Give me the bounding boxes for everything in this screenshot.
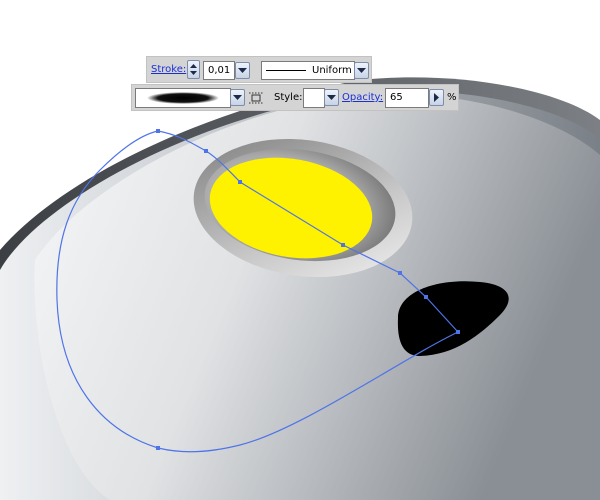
anchor-point[interactable] xyxy=(424,295,428,299)
graphic-style-select[interactable] xyxy=(303,88,325,108)
chevron-down-icon xyxy=(233,94,242,100)
stroke-label[interactable]: Stroke: xyxy=(151,64,186,75)
variable-width-profile-select[interactable]: Uniform xyxy=(261,61,355,80)
opacity-slider-button[interactable] xyxy=(429,89,444,106)
percent-sign: % xyxy=(447,92,457,103)
chevron-down-icon xyxy=(238,67,247,73)
stroke-weight-input[interactable]: 0,01 pt xyxy=(203,61,235,80)
brush-options-button[interactable] xyxy=(249,91,263,108)
anchor-point[interactable] xyxy=(156,446,160,450)
brush-definition-select[interactable] xyxy=(135,88,231,108)
anchor-point[interactable] xyxy=(238,180,242,184)
stroke-weight-dropdown-button[interactable] xyxy=(235,62,250,79)
brush-toolbar: Style: Opacity: 65 % xyxy=(131,84,459,111)
opacity-input[interactable]: 65 xyxy=(385,88,429,108)
graphic-style-dropdown-button[interactable] xyxy=(324,89,339,106)
anchor-point[interactable] xyxy=(156,129,160,133)
style-label: Style: xyxy=(274,92,303,103)
anchor-point[interactable] xyxy=(398,271,402,275)
brush-options-icon xyxy=(249,92,263,104)
profile-dropdown-button[interactable] xyxy=(354,62,369,79)
stroke-weight-spinner[interactable] xyxy=(187,60,200,79)
chevron-down-icon xyxy=(357,67,366,73)
stroke-toolbar: Stroke: 0,01 pt Uniform xyxy=(146,56,372,83)
chevron-right-icon xyxy=(433,93,439,102)
anchor-point[interactable] xyxy=(341,243,345,247)
uniform-line-icon xyxy=(266,70,306,71)
anchor-point[interactable] xyxy=(204,149,208,153)
opacity-label[interactable]: Opacity: xyxy=(342,92,383,103)
chevron-down-icon xyxy=(327,94,336,100)
profile-label: Uniform xyxy=(312,65,352,76)
brush-stroke-preview-icon xyxy=(147,92,219,104)
brush-dropdown-button[interactable] xyxy=(230,89,245,106)
anchor-point[interactable] xyxy=(456,330,460,334)
spinner-arrows-icon xyxy=(190,64,197,75)
